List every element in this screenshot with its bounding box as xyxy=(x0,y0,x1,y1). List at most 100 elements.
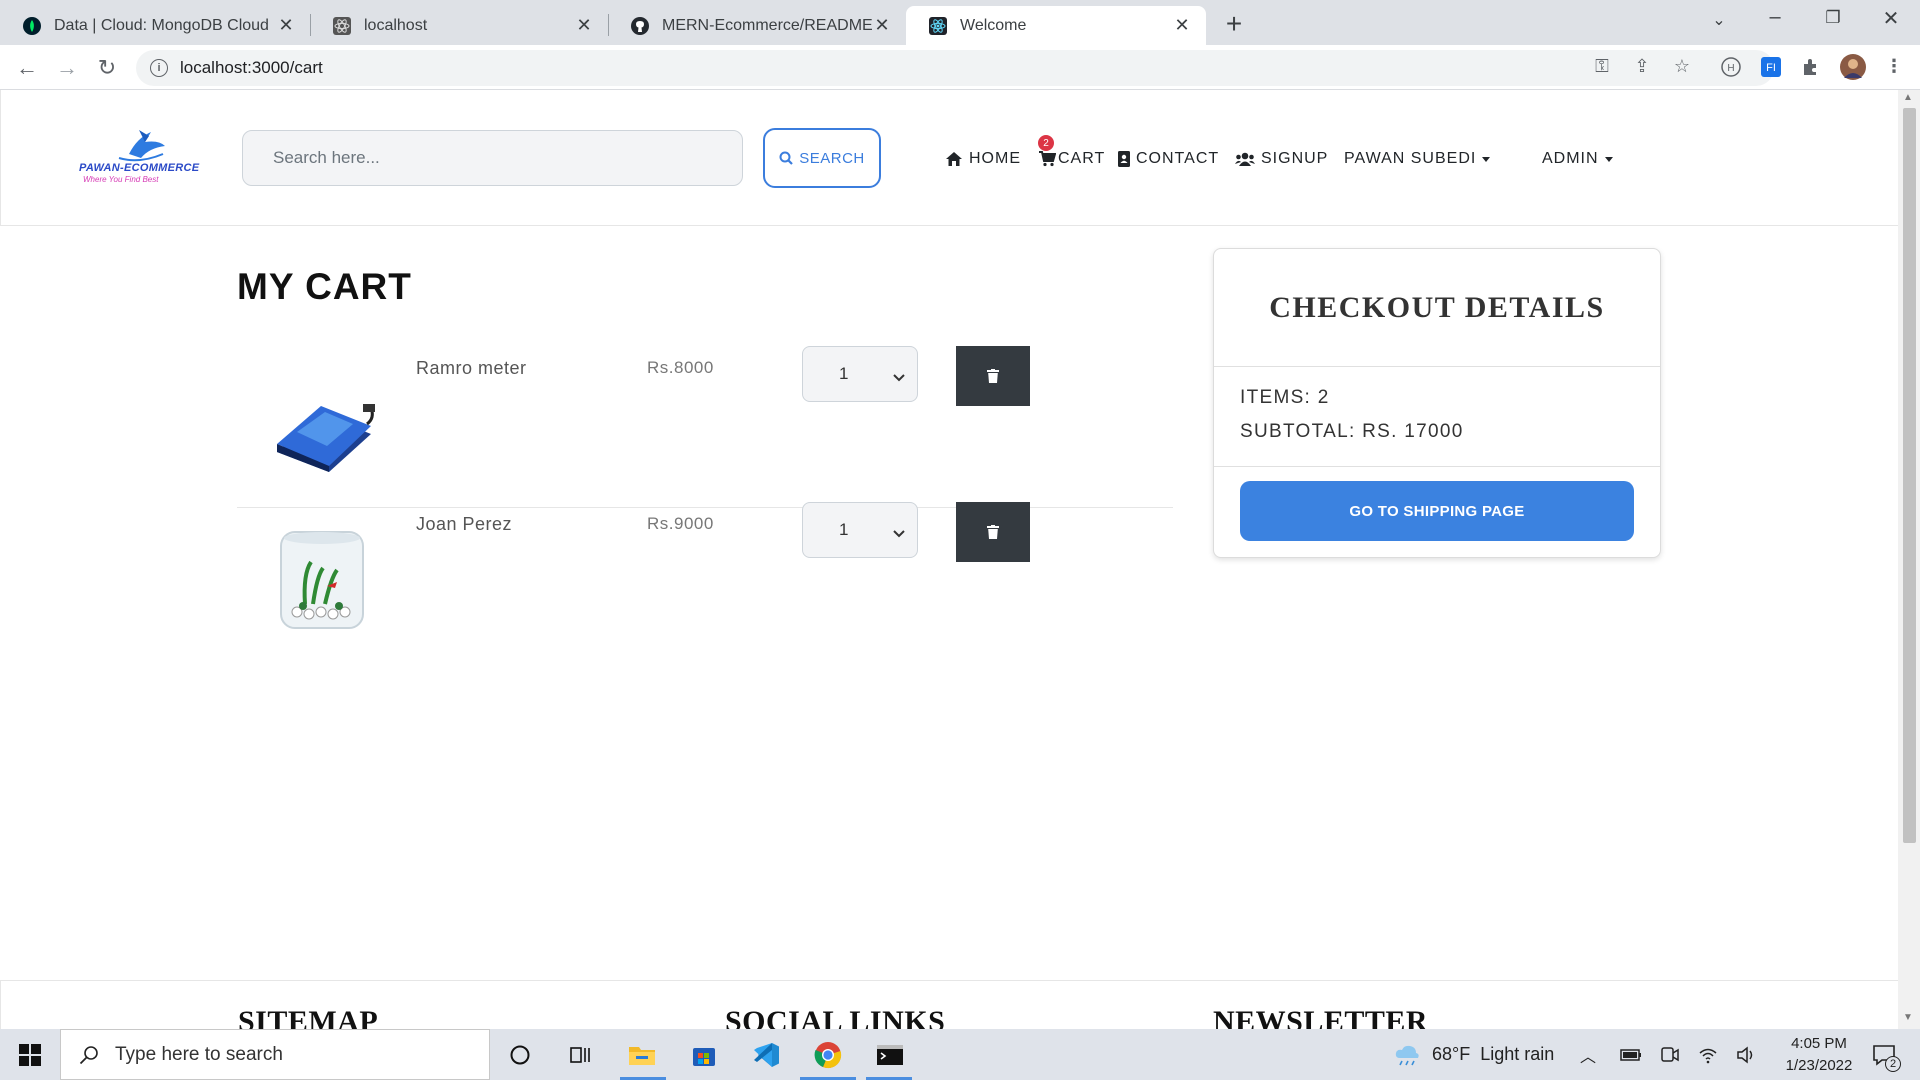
rain-cloud-icon xyxy=(1394,1044,1420,1066)
delete-item-button[interactable] xyxy=(956,502,1030,562)
admin-label: ADMIN xyxy=(1542,150,1599,167)
taskbar-search-placeholder: Type here to search xyxy=(115,1043,283,1065)
browser-toolbar: ← → ↻ i localhost:3000/cart ⚿ ⇪ ☆ H FI ⋮ xyxy=(0,45,1920,90)
tab-mongodb[interactable]: Data | Cloud: MongoDB Cloud ✕ xyxy=(0,6,310,45)
new-tab-button[interactable]: + xyxy=(1220,8,1248,40)
delete-item-button[interactable] xyxy=(956,346,1030,406)
nav-cart[interactable]: CART xyxy=(1039,147,1105,171)
nav-home-label: HOME xyxy=(969,150,1021,167)
quantity-select[interactable]: 1 xyxy=(802,502,918,558)
subtotal: SUBTOTAL: RS. 17000 xyxy=(1240,421,1464,442)
admin-dropdown[interactable]: ADMIN xyxy=(1542,147,1613,171)
system-clock[interactable]: 4:05 PM 1/23/2022 xyxy=(1776,1033,1862,1077)
page-viewport: PAWAN-ECOMMERCE Where You Find Best SEAR… xyxy=(0,90,1898,1029)
close-icon[interactable]: ✕ xyxy=(574,15,594,36)
user-dropdown[interactable]: PAWAN SUBEDI xyxy=(1344,147,1491,171)
cortana-icon[interactable] xyxy=(500,1037,540,1073)
close-window-button[interactable]: ✕ xyxy=(1876,6,1906,31)
clock-time: 4:05 PM xyxy=(1791,1035,1847,1052)
restore-button[interactable]: ❐ xyxy=(1818,8,1848,28)
page-scrollbar[interactable]: ▲ ▼ xyxy=(1898,90,1920,1029)
profile-avatar[interactable] xyxy=(1840,54,1866,80)
caret-down-icon xyxy=(1482,156,1491,162)
checkout-title: CHECKOUT DETAILS xyxy=(1214,249,1660,367)
site-info-icon[interactable]: i xyxy=(150,59,168,77)
vscode-icon[interactable] xyxy=(746,1037,786,1073)
nav-signup-label: SIGNUP xyxy=(1261,150,1329,167)
go-to-shipping-button[interactable]: GO TO SHIPPING PAGE xyxy=(1240,481,1634,541)
microsoft-store-icon[interactable] xyxy=(684,1037,724,1073)
extension-h-icon[interactable]: H xyxy=(1718,54,1744,80)
meet-now-icon[interactable] xyxy=(1660,1029,1680,1080)
weather-widget[interactable]: 68°F Light rain xyxy=(1394,1029,1554,1080)
footer-social-heading: SOCIAL LINKS xyxy=(725,1005,946,1029)
back-button[interactable]: ← xyxy=(10,51,44,85)
minimize-button[interactable]: – xyxy=(1760,6,1790,29)
close-icon[interactable]: ✕ xyxy=(276,15,296,36)
terminal-icon[interactable] xyxy=(870,1037,910,1073)
footer-newsletter-heading: NEWSLETTER xyxy=(1213,1005,1429,1029)
taskbar-search-box[interactable]: Type here to search xyxy=(60,1029,490,1080)
reload-button[interactable]: ↻ xyxy=(90,51,124,85)
cart-count-badge: 2 xyxy=(1038,135,1054,151)
product-name[interactable]: Joan Perez xyxy=(416,514,512,535)
product-price: Rs.9000 xyxy=(647,514,714,533)
address-bar[interactable]: i localhost:3000/cart xyxy=(136,50,1774,86)
fish-tank-image[interactable] xyxy=(267,524,377,634)
react-atom-icon xyxy=(332,16,352,36)
search-button[interactable]: SEARCH xyxy=(763,128,881,188)
share-icon[interactable]: ⇪ xyxy=(1630,56,1654,77)
trash-icon xyxy=(987,525,999,539)
checkout-summary: ITEMS: 2 SUBTOTAL: RS. 17000 xyxy=(1214,367,1660,467)
chrome-icon[interactable] xyxy=(808,1037,848,1073)
user-name-label: PAWAN SUBEDI xyxy=(1344,150,1477,167)
logo-text: PAWAN-ECOMMERCE xyxy=(79,162,200,174)
bookmark-star-icon[interactable]: ☆ xyxy=(1670,56,1694,77)
windows-start-button[interactable] xyxy=(0,1029,60,1080)
mongodb-leaf-icon xyxy=(22,16,42,36)
svg-text:H: H xyxy=(1727,63,1734,74)
volume-icon[interactable] xyxy=(1736,1029,1756,1080)
wifi-icon[interactable] xyxy=(1698,1029,1718,1080)
close-icon[interactable]: ✕ xyxy=(872,15,892,36)
tab-search-icon[interactable]: ⌄ xyxy=(1704,10,1734,30)
file-explorer-icon[interactable] xyxy=(622,1037,662,1073)
tab-title: Welcome xyxy=(960,16,1027,34)
product-search-input[interactable] xyxy=(242,130,743,186)
battery-icon[interactable] xyxy=(1620,1029,1642,1080)
scrollbar-thumb[interactable] xyxy=(1903,108,1916,843)
svg-text:FI: FI xyxy=(1766,62,1776,74)
extension-fi-icon[interactable]: FI xyxy=(1758,54,1784,80)
aquarium-pump-image[interactable] xyxy=(267,374,377,484)
product-name[interactable]: Ramro meter xyxy=(416,358,527,379)
quantity-value: 1 xyxy=(839,364,849,383)
search-button-label: SEARCH xyxy=(799,149,865,167)
scroll-down-arrow-icon[interactable]: ▼ xyxy=(1903,1012,1913,1023)
tab-welcome[interactable]: Welcome ✕ xyxy=(906,6,1206,45)
site-logo[interactable]: PAWAN-ECOMMERCE Where You Find Best xyxy=(79,124,203,186)
nav-signup[interactable]: SIGNUP xyxy=(1235,147,1328,171)
key-icon[interactable]: ⚿ xyxy=(1590,56,1614,77)
chevron-down-icon xyxy=(893,367,905,387)
nav-home[interactable]: HOME xyxy=(945,147,1021,171)
close-icon[interactable]: ✕ xyxy=(1172,15,1192,36)
task-view-icon[interactable] xyxy=(560,1037,600,1073)
tab-title: MERN-Ecommerce/README.md xyxy=(662,16,872,34)
notification-center-button[interactable]: 2 xyxy=(1872,1029,1901,1080)
extensions-puzzle-icon[interactable] xyxy=(1798,54,1824,80)
browser-menu-icon[interactable]: ⋮ xyxy=(1882,56,1906,77)
nav-contact[interactable]: CONTACT xyxy=(1118,147,1219,171)
contact-book-icon xyxy=(1118,151,1130,167)
quantity-select[interactable]: 1 xyxy=(802,346,918,402)
trash-icon xyxy=(987,369,999,383)
cart-icon xyxy=(1039,151,1056,167)
show-hidden-icons-chevron-icon[interactable]: ︿ xyxy=(1580,1029,1596,1080)
clock-date: 1/23/2022 xyxy=(1785,1057,1853,1074)
forward-button[interactable]: → xyxy=(50,51,84,85)
scroll-up-arrow-icon[interactable]: ▲ xyxy=(1903,92,1913,103)
tab-github-readme[interactable]: MERN-Ecommerce/README.md ✕ xyxy=(608,6,906,45)
items-count: ITEMS: 2 xyxy=(1240,387,1330,408)
weather-description: Light rain xyxy=(1480,1044,1555,1064)
url-text: localhost:3000/cart xyxy=(180,58,323,77)
tab-localhost[interactable]: localhost ✕ xyxy=(310,6,608,45)
